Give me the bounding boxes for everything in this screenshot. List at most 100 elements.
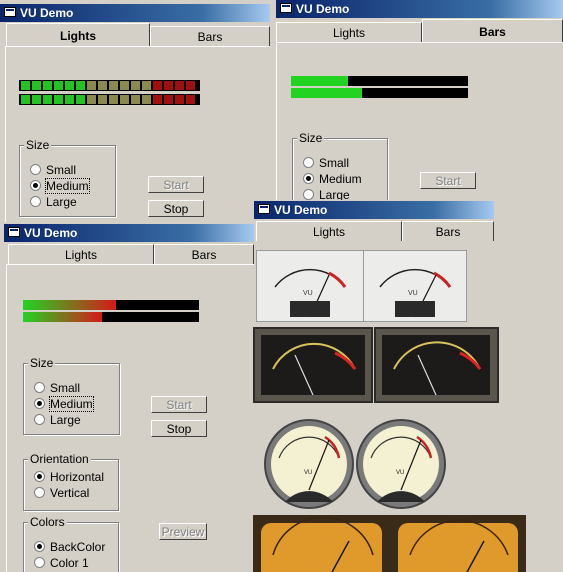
app-icon <box>280 3 292 13</box>
orientation-group-label: Orientation <box>28 452 91 466</box>
stop-button[interactable]: Stop <box>148 200 204 217</box>
meter-vu-label: VU <box>396 470 404 476</box>
bar-meter-top <box>291 76 468 86</box>
bar-meter-bottom <box>291 88 468 98</box>
radio-large[interactable]: Large <box>30 195 77 209</box>
bar-meter-top-fill <box>23 300 117 310</box>
radio-small-label: Small <box>319 156 350 170</box>
led-meter-top <box>19 80 200 91</box>
radio-backcolor[interactable]: BackColor <box>34 540 105 554</box>
radio-vertical[interactable]: Vertical <box>34 486 89 500</box>
led-segment <box>21 81 30 90</box>
window-vu-demo-2: VU Demo Lights Bars Size Small Medium La… <box>276 0 563 200</box>
tab-bars[interactable]: Bars <box>154 244 254 264</box>
led-meter-bottom <box>19 94 200 105</box>
led-segment <box>175 81 184 90</box>
led-segment <box>54 81 63 90</box>
led-segment <box>76 95 85 104</box>
radio-color1[interactable]: Color 1 <box>34 556 89 570</box>
tab-lights[interactable]: Lights <box>276 22 422 42</box>
radio-small[interactable]: Small <box>34 381 80 395</box>
radio-medium[interactable]: Medium <box>34 396 94 412</box>
radio-medium[interactable]: Medium <box>303 172 362 186</box>
radio-circle <box>34 487 45 498</box>
meter-vu-label: VU <box>408 290 418 297</box>
size-group-label: Size <box>28 356 56 370</box>
vu-meter-white-right: VU <box>363 250 467 322</box>
window-title: VU Demo <box>296 2 350 16</box>
led-segment <box>153 95 162 104</box>
led-segment <box>164 95 173 104</box>
led-segment <box>76 81 85 90</box>
stop-button[interactable]: Stop <box>151 420 207 437</box>
led-segment <box>87 81 96 90</box>
vu-meter-dark-right <box>374 327 499 403</box>
led-segment <box>98 81 107 90</box>
radio-large[interactable]: Large <box>303 188 350 200</box>
orientation-group: Orientation Horizontal Vertical <box>23 452 119 511</box>
led-segment <box>32 95 41 104</box>
size-group: Size Small Medium Large <box>19 138 116 217</box>
meter-vu-label: VU <box>303 290 313 297</box>
radio-circle <box>303 157 314 168</box>
radio-large-label: Large <box>319 188 350 200</box>
radio-circle <box>34 414 45 425</box>
title-bar[interactable]: VU Demo <box>0 4 270 22</box>
preview-button[interactable]: Preview <box>159 523 207 540</box>
title-bar[interactable]: VU Demo <box>276 0 563 18</box>
radio-large[interactable]: Large <box>34 413 81 427</box>
tab-lights[interactable]: Lights <box>8 244 154 264</box>
vu-meter-dark-left <box>253 327 373 403</box>
radio-color1-label: Color 1 <box>50 556 89 570</box>
led-segment <box>186 95 195 104</box>
app-icon <box>258 204 270 214</box>
radio-small[interactable]: Small <box>30 163 76 177</box>
radio-backcolor-label: BackColor <box>50 540 106 554</box>
tab-lights[interactable]: Lights <box>256 221 402 241</box>
start-button[interactable]: Start <box>420 172 476 189</box>
vu-meter-round-right: VU <box>355 418 447 510</box>
radio-horizontal[interactable]: Horizontal <box>34 470 104 484</box>
window-title: VU Demo <box>24 226 78 240</box>
led-segment <box>43 81 52 90</box>
radio-circle <box>34 557 45 568</box>
size-group-label: Size <box>297 131 325 145</box>
window-vu-demo-3: VU Demo Lights Bars Size Small Medium La… <box>4 224 254 572</box>
radio-circle <box>34 541 45 552</box>
radio-circle <box>30 196 41 207</box>
title-bar[interactable]: VU Demo <box>254 201 494 219</box>
bar-meter-bottom-fill <box>291 88 362 98</box>
tab-bars[interactable]: Bars <box>402 221 494 241</box>
colors-group-label: Colors <box>28 515 67 529</box>
radio-circle <box>34 471 45 482</box>
led-segment <box>142 95 151 104</box>
led-segment <box>109 95 118 104</box>
tab-bars[interactable]: Bars <box>150 26 270 46</box>
radio-large-label: Large <box>50 413 81 427</box>
title-bar[interactable]: VU Demo <box>4 224 254 242</box>
radio-medium[interactable]: Medium <box>30 178 90 194</box>
window-title: VU Demo <box>274 203 328 217</box>
led-segment <box>164 81 173 90</box>
led-segment <box>120 95 129 104</box>
start-button[interactable]: Start <box>148 176 204 193</box>
tab-bars[interactable]: Bars <box>422 19 563 42</box>
led-segment <box>98 95 107 104</box>
size-group: Size Small Medium Large <box>23 356 120 435</box>
start-button[interactable]: Start <box>151 396 207 413</box>
bar-meter-top <box>23 300 199 310</box>
led-segment <box>131 81 140 90</box>
led-segment <box>87 95 96 104</box>
led-segment <box>65 81 74 90</box>
colors-group: Colors BackColor Color 1 <box>23 515 119 572</box>
radio-small-label: Small <box>46 163 77 177</box>
led-segment <box>21 95 30 104</box>
radio-small-label: Small <box>50 381 81 395</box>
vu-meter-orange-right <box>390 515 526 572</box>
radio-small[interactable]: Small <box>303 156 349 170</box>
led-segment <box>43 95 52 104</box>
radio-vertical-label: Vertical <box>50 486 90 500</box>
led-segment <box>175 95 184 104</box>
bar-meter-bottom <box>23 312 199 322</box>
tab-lights[interactable]: Lights <box>6 23 150 46</box>
